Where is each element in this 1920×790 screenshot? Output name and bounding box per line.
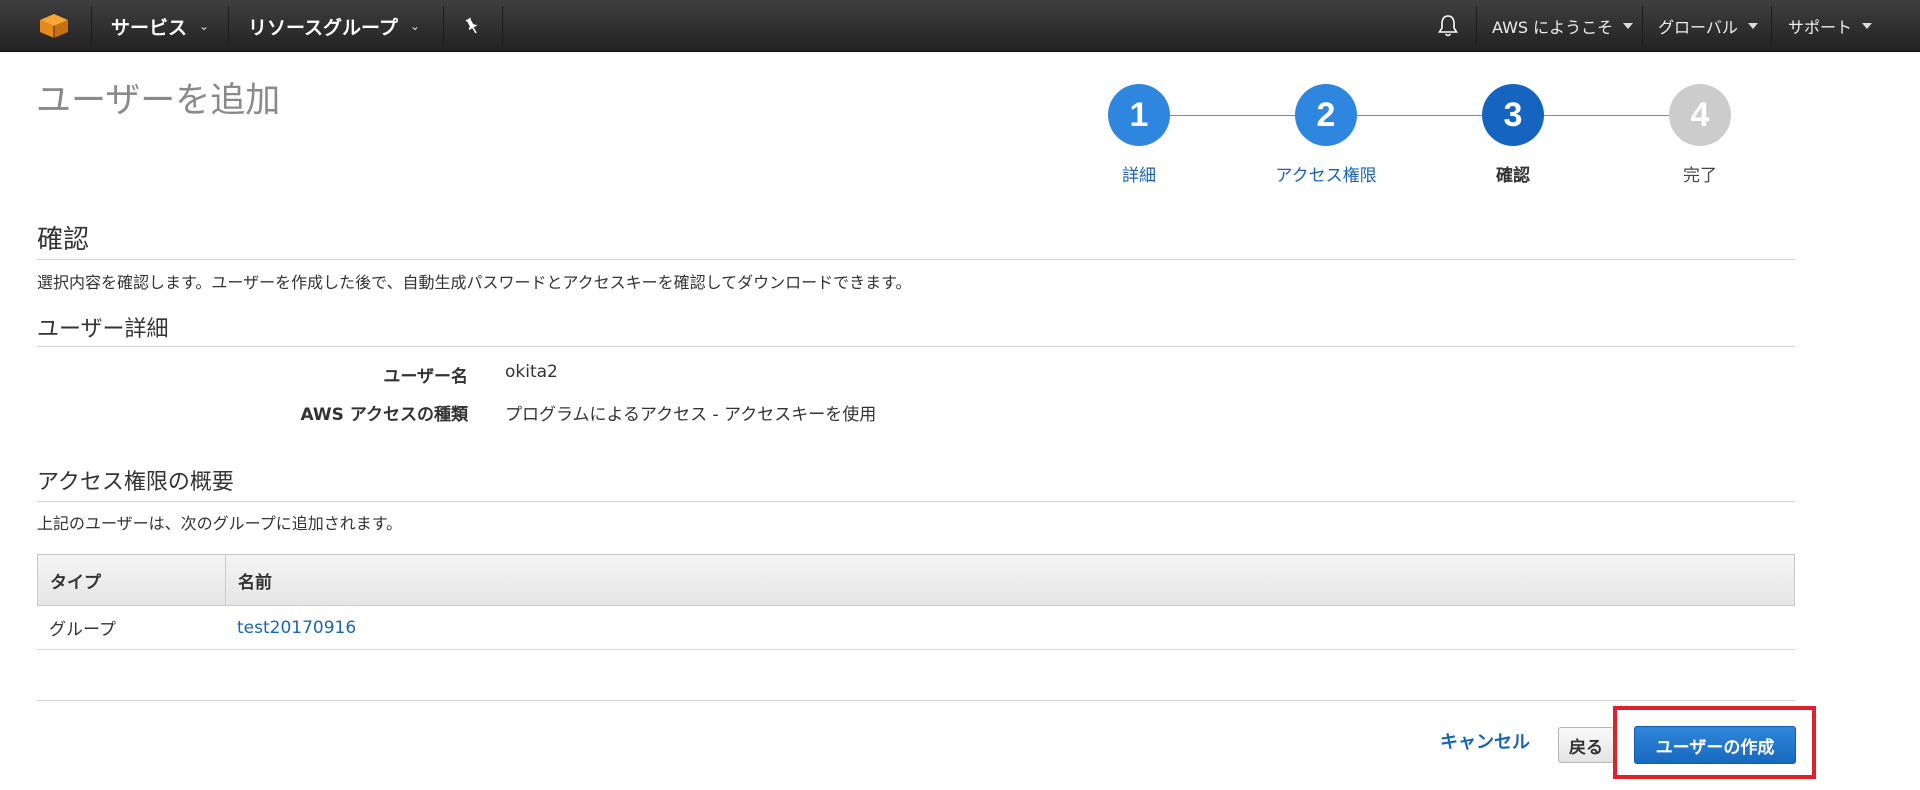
divider bbox=[37, 346, 1795, 347]
chevron-down-icon: ⌄ bbox=[199, 19, 210, 33]
aws-cube-icon[interactable] bbox=[38, 13, 70, 39]
column-divider bbox=[225, 555, 226, 605]
row-type-cell: グループ bbox=[49, 620, 116, 640]
support-label: サポート bbox=[1788, 18, 1853, 37]
review-description: 選択内容を確認します。ユーザーを作成した後で、自動生成パスワードとアクセスキーを… bbox=[37, 273, 912, 292]
column-header-type[interactable]: タイプ bbox=[50, 555, 101, 605]
page-title: ユーザーを追加 bbox=[36, 81, 281, 121]
create-user-button[interactable]: ユーザーの作成 bbox=[1634, 726, 1796, 764]
divider bbox=[37, 501, 1795, 502]
cancel-button[interactable]: キャンセル bbox=[1440, 728, 1530, 754]
step-4-label: 完了 bbox=[1683, 166, 1717, 186]
caret-down-icon bbox=[1623, 23, 1634, 29]
username-value: okita2 bbox=[505, 362, 558, 382]
nav-divider bbox=[1642, 6, 1643, 46]
services-label: サービス bbox=[111, 16, 188, 39]
region-label: グローバル bbox=[1658, 18, 1738, 37]
divider bbox=[37, 259, 1795, 260]
bell-icon[interactable] bbox=[1437, 14, 1459, 38]
chevron-down-icon: ⌄ bbox=[409, 19, 420, 33]
support-menu[interactable]: サポート bbox=[1788, 0, 1873, 52]
table-row: グループ test20170916 bbox=[37, 606, 1795, 650]
access-type-value: プログラムによるアクセス - アクセスキーを使用 bbox=[505, 405, 877, 425]
nav-divider bbox=[502, 6, 503, 46]
nav-divider bbox=[1476, 6, 1477, 46]
step-2-circle[interactable]: 2 bbox=[1295, 84, 1357, 146]
step-1-label[interactable]: 詳細 bbox=[1049, 161, 1229, 186]
top-navigation-bar: サービス ⌄ リソースグループ ⌄ AWS にようこそ グローバル サポート bbox=[0, 0, 1920, 52]
pin-icon[interactable] bbox=[462, 16, 482, 36]
region-menu[interactable]: グローバル bbox=[1658, 0, 1758, 52]
table-header: タイプ 名前 bbox=[37, 554, 1795, 606]
back-button[interactable]: 戻る bbox=[1558, 727, 1614, 763]
resource-groups-label: リソースグループ bbox=[248, 16, 398, 39]
step-connector bbox=[1543, 115, 1669, 116]
column-header-name[interactable]: 名前 bbox=[238, 555, 272, 605]
permissions-description: 上記のユーザーは、次のグループに追加されます。 bbox=[37, 514, 403, 533]
nav-divider bbox=[91, 6, 92, 46]
step-connector bbox=[1169, 115, 1295, 116]
nav-divider bbox=[1771, 6, 1772, 46]
caret-down-icon bbox=[1862, 23, 1873, 29]
step-4-circle: 4 bbox=[1669, 84, 1731, 146]
access-type-label: AWS アクセスの種類 bbox=[300, 405, 468, 425]
footer-divider bbox=[37, 700, 1795, 701]
group-link[interactable]: test20170916 bbox=[237, 606, 356, 649]
step-3-label: 確認 bbox=[1496, 166, 1530, 186]
user-details-heading: ユーザー詳細 bbox=[37, 317, 169, 342]
welcome-label: AWS にようこそ bbox=[1492, 18, 1614, 37]
resource-groups-menu[interactable]: リソースグループ ⌄ bbox=[248, 0, 420, 52]
services-menu[interactable]: サービス ⌄ bbox=[111, 0, 209, 52]
nav-divider bbox=[228, 6, 229, 46]
permissions-summary-heading: アクセス権限の概要 bbox=[37, 470, 234, 495]
review-heading: 確認 bbox=[37, 225, 90, 255]
account-menu[interactable]: AWS にようこそ bbox=[1492, 0, 1634, 52]
step-2-label[interactable]: アクセス権限 bbox=[1236, 161, 1416, 186]
step-3-circle: 3 bbox=[1482, 84, 1544, 146]
caret-down-icon bbox=[1747, 23, 1758, 29]
nav-divider bbox=[443, 6, 444, 46]
step-1-circle[interactable]: 1 bbox=[1108, 84, 1170, 146]
username-label: ユーザー名 bbox=[383, 367, 468, 387]
step-connector bbox=[1356, 115, 1482, 116]
